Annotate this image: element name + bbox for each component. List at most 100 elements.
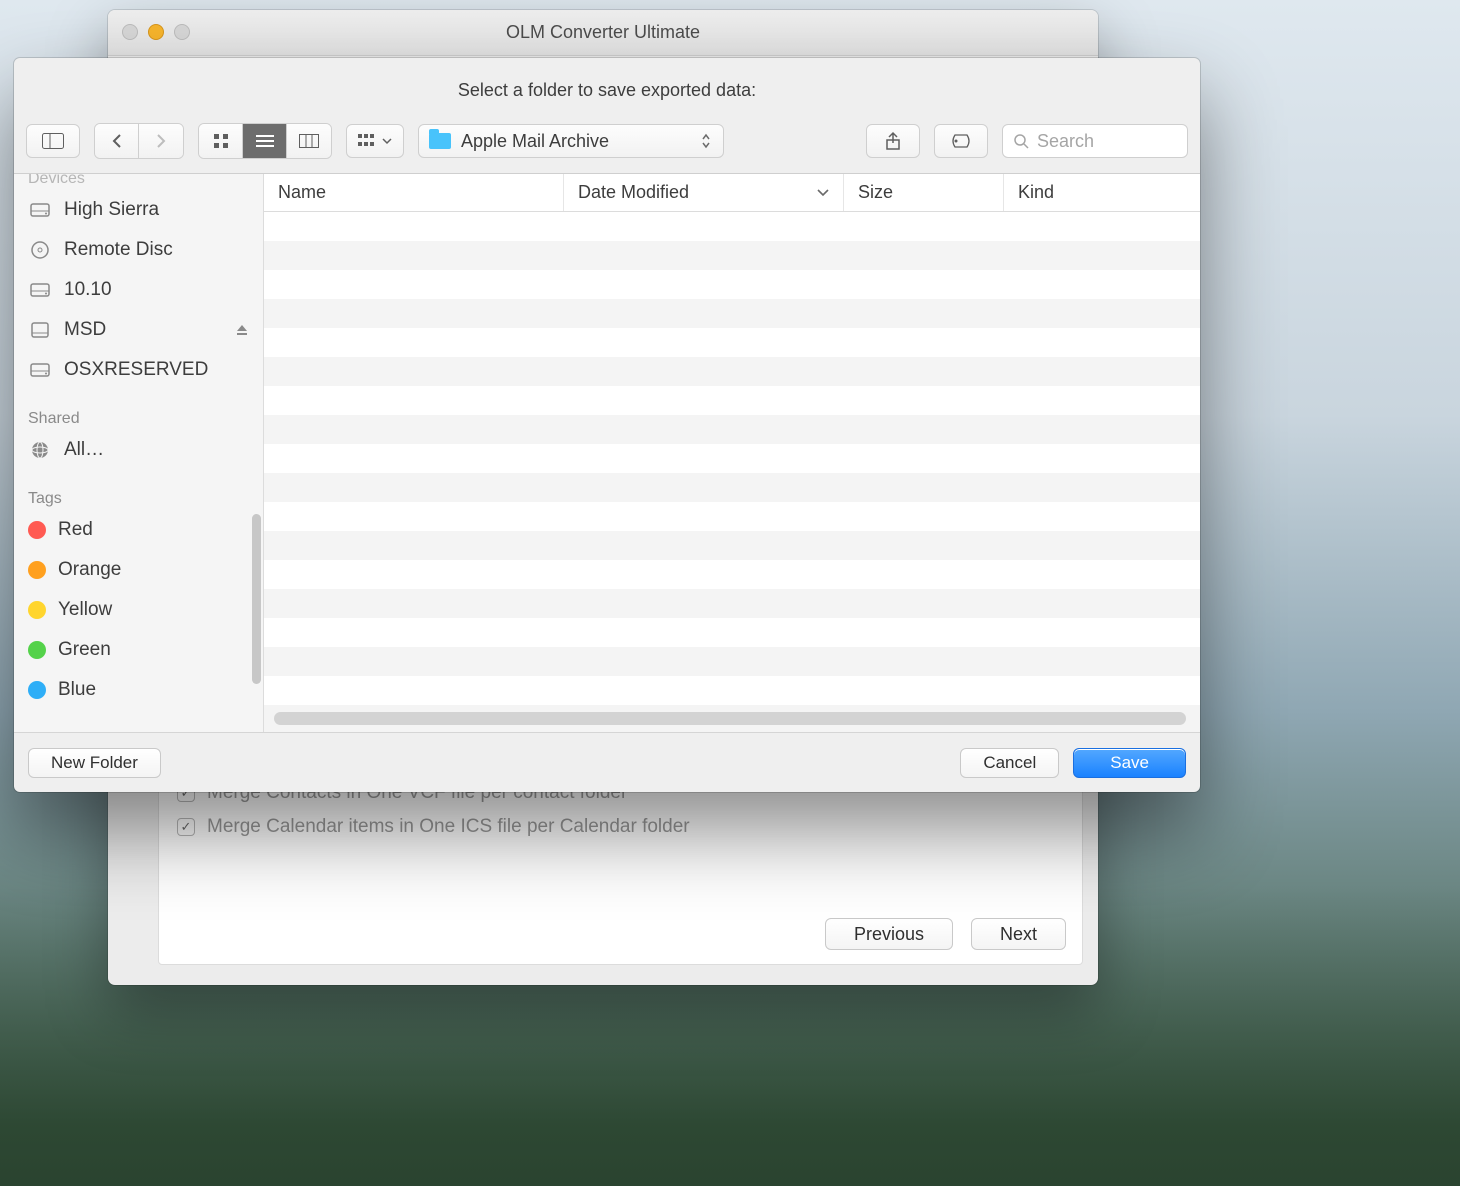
- list-row-empty: [264, 386, 1200, 415]
- nav-seg: [94, 123, 184, 159]
- internal-disk-icon: [28, 278, 52, 302]
- sidebar-item-label: 10.10: [64, 279, 112, 301]
- share-button[interactable]: [866, 124, 920, 158]
- list-icon: [256, 134, 274, 148]
- column-name[interactable]: Name: [264, 174, 564, 211]
- path-label: Apple Mail Archive: [461, 131, 609, 152]
- sidebar-shared-item[interactable]: All…: [14, 430, 263, 470]
- sidebar-toggle-button[interactable]: [26, 124, 80, 158]
- group-by-button[interactable]: [346, 124, 404, 158]
- wizard-buttons: Previous Next: [825, 918, 1066, 950]
- previous-button[interactable]: Previous: [825, 918, 953, 950]
- tag-icon: [950, 134, 972, 148]
- toolbar: Apple Mail Archive Search: [14, 119, 1200, 163]
- list-row-empty: [264, 618, 1200, 647]
- sidebar-tag-item[interactable]: Blue: [14, 670, 263, 710]
- list-row-empty: [264, 502, 1200, 531]
- column-date-modified[interactable]: Date Modified: [564, 174, 844, 211]
- tag-color-dot: [28, 641, 46, 659]
- chevron-down-icon: [817, 189, 829, 197]
- network-icon: [28, 438, 52, 462]
- stepper-icon: [701, 133, 711, 149]
- tag-color-dot: [28, 601, 46, 619]
- chevron-right-icon: [155, 133, 167, 149]
- sidebar-item-label: Green: [58, 639, 111, 661]
- save-button[interactable]: Save: [1073, 748, 1186, 778]
- search-field[interactable]: Search: [1002, 124, 1188, 158]
- path-popup[interactable]: Apple Mail Archive: [418, 124, 724, 158]
- minimize-window-button[interactable]: [148, 24, 164, 40]
- sidebar-tag-item[interactable]: Red: [14, 510, 263, 550]
- list-row-empty: [264, 647, 1200, 676]
- list-row-empty: [264, 444, 1200, 473]
- list-header: Name Date Modified Size Kind: [264, 174, 1200, 212]
- sidebar-device-item[interactable]: 10.10: [14, 270, 263, 310]
- column-size[interactable]: Size: [844, 174, 1004, 211]
- optical-disc-icon: [28, 238, 52, 262]
- view-columns-button[interactable]: [287, 124, 331, 158]
- save-panel-sheet: Select a folder to save exported data:: [14, 58, 1200, 792]
- sidebar-item-label: MSD: [64, 319, 106, 341]
- list-row-empty: [264, 589, 1200, 618]
- sidebar-tag-item[interactable]: Orange: [14, 550, 263, 590]
- grid-icon: [213, 133, 229, 149]
- internal-disk-icon: [28, 358, 52, 382]
- sheet-heading: Select a folder to save exported data:: [14, 58, 1200, 101]
- sidebar-device-item[interactable]: MSD: [14, 310, 263, 350]
- tag-color-dot: [28, 681, 46, 699]
- tag-color-dot: [28, 521, 46, 539]
- list-row-empty: [264, 299, 1200, 328]
- back-button[interactable]: [95, 124, 139, 158]
- option-label: Merge Calendar items in One ICS file per…: [207, 816, 690, 838]
- sidebar-item-label: Yellow: [58, 599, 112, 621]
- column-kind[interactable]: Kind: [1004, 174, 1200, 211]
- next-button[interactable]: Next: [971, 918, 1066, 950]
- view-icons-button[interactable]: [199, 124, 243, 158]
- view-seg: [198, 123, 332, 159]
- view-list-button[interactable]: [243, 124, 287, 158]
- tags-button[interactable]: [934, 124, 988, 158]
- zoom-window-button[interactable]: [174, 24, 190, 40]
- sidebar-device-item[interactable]: High Sierra: [14, 190, 263, 230]
- cancel-button[interactable]: Cancel: [960, 748, 1059, 778]
- sidebar-item-label: High Sierra: [64, 199, 159, 221]
- list-row-empty: [264, 676, 1200, 705]
- sidebar-tag-item[interactable]: Green: [14, 630, 263, 670]
- search-icon: [1013, 133, 1029, 149]
- new-folder-button[interactable]: New Folder: [28, 748, 161, 778]
- main-window-title: OLM Converter Ultimate: [506, 22, 700, 43]
- sidebar-scrollbar[interactable]: [252, 514, 261, 684]
- sidebar-device-item[interactable]: Remote Disc: [14, 230, 263, 270]
- settings-panel: ✓ Merge Contacts in One VCF file per con…: [158, 765, 1083, 965]
- list-row-empty: [264, 531, 1200, 560]
- checkbox-merge-calendar[interactable]: ✓: [177, 818, 195, 836]
- share-icon: [885, 131, 901, 151]
- sidebar-device-item[interactable]: OSXRESERVED: [14, 350, 263, 390]
- folder-icon: [429, 133, 451, 149]
- sidebar-item-label: Blue: [58, 679, 96, 701]
- tag-color-dot: [28, 561, 46, 579]
- horizontal-scrollbar[interactable]: [274, 712, 1186, 725]
- traffic-lights: [122, 24, 190, 40]
- close-window-button[interactable]: [122, 24, 138, 40]
- eject-icon[interactable]: [235, 323, 249, 337]
- forward-button[interactable]: [139, 124, 183, 158]
- chevron-down-icon: [382, 138, 392, 145]
- sidebar-section-tags: Tags: [14, 484, 263, 510]
- group-icon: [358, 134, 378, 148]
- chevron-left-icon: [111, 133, 123, 149]
- sheet-footer: New Folder Cancel Save: [14, 732, 1200, 792]
- sidebar: DevicesHigh SierraRemote Disc10.10MSDOSX…: [14, 174, 264, 732]
- file-listing: Name Date Modified Size Kind: [264, 174, 1200, 732]
- sheet-content: DevicesHigh SierraRemote Disc10.10MSDOSX…: [14, 173, 1200, 732]
- list-row-empty: [264, 328, 1200, 357]
- sidebar-item-label: All…: [64, 439, 104, 461]
- columns-icon: [299, 134, 319, 148]
- file-rows-area[interactable]: [264, 212, 1200, 732]
- sidebar-tag-item[interactable]: Yellow: [14, 590, 263, 630]
- internal-disk-icon: [28, 198, 52, 222]
- search-placeholder: Search: [1037, 131, 1094, 152]
- main-titlebar: OLM Converter Ultimate: [108, 10, 1098, 56]
- list-row-empty: [264, 473, 1200, 502]
- list-row-empty: [264, 357, 1200, 386]
